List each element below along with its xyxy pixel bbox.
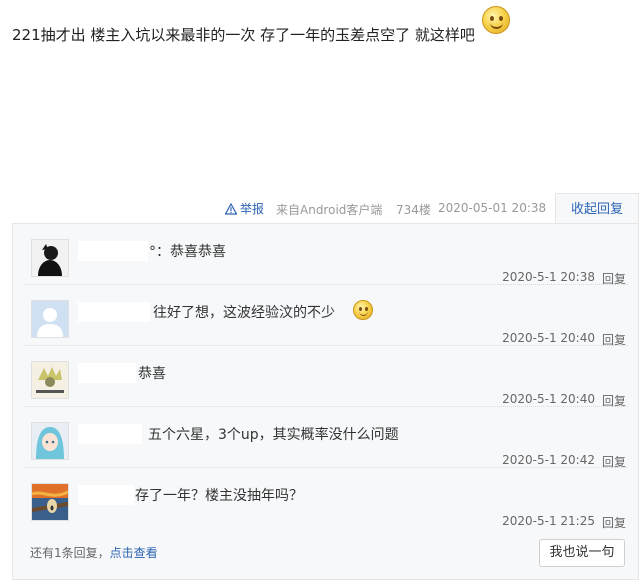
avatar[interactable] [31,300,69,338]
reply-time: 2020-5-1 21:25 [502,514,595,528]
smiley-emoji-icon [482,6,510,34]
client-source: 来自Android客户端 [276,203,383,217]
blue-hair-character-icon [32,423,68,459]
view-more-link[interactable]: 点击查看 [110,546,158,560]
reply-button[interactable]: 回复 [602,514,626,531]
reply-item: 恭喜 2020-5-1 20:40 回复 [13,346,640,408]
post-time: 2020-05-01 20:38 [438,201,547,215]
reply-time: 2020-5-1 20:42 [502,453,595,467]
reply-time: 2020-5-1 20:40 [502,331,595,345]
scream-painting-icon [32,484,68,520]
more-replies-text: 还有1条回复， [30,546,110,560]
dark-silhouette-icon [32,240,68,276]
reply-text: °：恭喜恭喜 [149,244,226,260]
reply-item: 往好了想，这波经验汶的不少 2020-5-1 20:40 回复 [13,285,640,347]
post-meta-row: 举报 来自Android客户端 734楼 2020-05-01 20:38 [0,199,640,219]
warning-icon [225,202,237,215]
avatar[interactable] [31,422,69,460]
default-user-icon [32,301,68,337]
post-text: 221抽才出 楼主入坑以来最非的一次 存了一年的玉差点空了 就这样吧 [12,26,475,44]
username-masked[interactable] [78,363,136,383]
reply-list: °：恭喜恭喜 2020-5-1 20:38 回复 往好了想，这波经验汶的不少 2… [12,223,639,580]
reply-text: 恭喜 [138,366,166,382]
reply-item: 五个六星，3个up，其实概率没什么问题 2020-5-1 20:42 回复 [13,407,640,469]
report-link[interactable]: 举报 [225,200,264,217]
floor-number: 734楼 [396,203,431,217]
username-masked[interactable] [78,424,142,444]
smiley-emoji-icon [353,300,373,320]
reply-item: 存了一年？楼主没抽年吗？ 2020-5-1 21:25 回复 [13,468,640,531]
collapse-replies-button[interactable]: 收起回复 [555,193,639,224]
avatar[interactable] [31,239,69,277]
reply-text: 往好了想，这波经验汶的不少 [153,305,335,321]
reply-item: °：恭喜恭喜 2020-5-1 20:38 回复 [13,224,640,286]
avatar[interactable] [31,483,69,521]
username-masked[interactable] [78,485,134,505]
say-something-button[interactable]: 我也说一句 [539,539,625,567]
reply-time: 2020-5-1 20:38 [502,270,595,284]
username-masked[interactable] [78,241,148,261]
reply-text: 存了一年？楼主没抽年吗？ [135,488,303,504]
reply-time: 2020-5-1 20:40 [502,392,595,406]
more-replies: 还有1条回复，点击查看 [30,544,158,561]
meme-image-icon [32,362,68,398]
reply-text: 五个六星，3个up，其实概率没什么问题 [148,427,399,443]
report-label: 举报 [240,202,265,216]
username-masked[interactable] [78,302,150,322]
avatar[interactable] [31,361,69,399]
